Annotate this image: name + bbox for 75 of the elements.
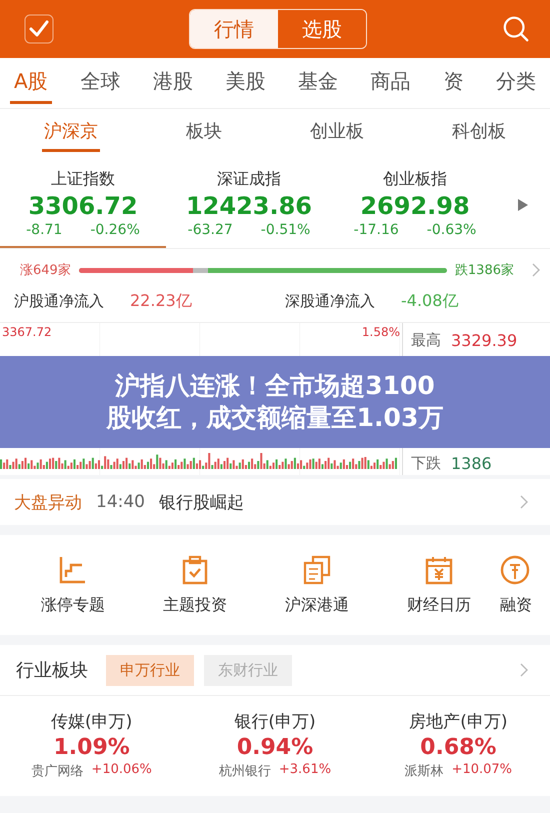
- index-card[interactable]: 创业板指 2692.98 -17.16 -0.63%: [332, 161, 498, 248]
- headline-text: 股收红，成交额缩量至1.03万: [106, 402, 444, 434]
- index-card[interactable]: 深证成指 12423.86 -63.27 -0.51%: [166, 161, 332, 248]
- chevron-right-icon[interactable]: [532, 263, 540, 277]
- chart-high-label: 3367.72: [2, 325, 52, 339]
- play-icon[interactable]: [518, 198, 528, 210]
- market-tab[interactable]: 分类: [492, 62, 540, 104]
- stat-value: 3329.39: [451, 331, 518, 350]
- market-tab[interactable]: A股: [10, 62, 52, 104]
- market-tab[interactable]: 资: [439, 62, 468, 104]
- index-change-percent: -0.26%: [90, 222, 140, 238]
- alert-tag: 大盘异动: [14, 490, 82, 514]
- stock-change: +3.61%: [278, 762, 332, 779]
- flow-value: -4.08亿: [401, 291, 458, 312]
- coin-icon[interactable]: [500, 554, 530, 584]
- market-tab[interactable]: 全球: [76, 62, 124, 104]
- shortcut-label[interactable]: 涨停专题: [41, 594, 105, 616]
- sub-tab[interactable]: 板块: [184, 112, 224, 152]
- flow-value: 22.23亿: [130, 291, 192, 312]
- alert-row[interactable]: 大盘异动 14:40 银行股崛起: [0, 479, 550, 525]
- index-name: 深证成指: [217, 169, 281, 190]
- sector-name: 房地产(申万): [409, 711, 508, 733]
- sub-tab[interactable]: 创业板: [308, 112, 366, 152]
- shortcut-label[interactable]: 财经日历: [407, 594, 471, 616]
- index-change: -17.16: [354, 222, 399, 238]
- falling-count: 跌1386家: [454, 262, 514, 279]
- index-value: 2692.98: [360, 192, 470, 220]
- rising-count: 涨649家: [20, 262, 71, 279]
- alert-text: 银行股崛起: [159, 492, 245, 514]
- header-tab[interactable]: 行情: [190, 10, 278, 48]
- documents-icon[interactable]: [302, 554, 332, 584]
- market-tab[interactable]: 港股: [148, 62, 197, 104]
- alert-time: 14:40: [96, 492, 145, 512]
- index-change-percent: -0.63%: [426, 222, 476, 238]
- calendar-icon[interactable]: [424, 554, 454, 584]
- index-change: -63.27: [188, 222, 233, 238]
- shortcut-label[interactable]: 沪深港通: [285, 594, 349, 616]
- leading-stock: 杭州银行: [218, 763, 271, 780]
- flow-label: 沪股通净流入: [14, 292, 104, 311]
- leading-stock: 派斯林: [404, 763, 444, 780]
- sub-tab[interactable]: 沪深京: [42, 112, 100, 152]
- checkbox-icon[interactable]: [24, 14, 54, 44]
- sector-change: 0.94%: [236, 735, 314, 760]
- section-title: 行业板块: [16, 659, 88, 682]
- leading-stock: 贵广网络: [31, 763, 84, 780]
- stat-value: 1386: [451, 454, 492, 473]
- chevron-right-icon[interactable]: [520, 663, 528, 677]
- index-value: 3306.72: [28, 192, 138, 220]
- index-change: -8.71: [26, 222, 62, 238]
- index-change-percent: -0.51%: [260, 222, 310, 238]
- stat-label: 最高: [411, 331, 441, 350]
- headline-text: 沪指八连涨！全市场超3100: [115, 370, 435, 402]
- clipboard-check-icon[interactable]: [180, 554, 210, 584]
- stock-change: +10.07%: [452, 762, 512, 779]
- market-tab[interactable]: 美股: [222, 62, 270, 104]
- sector-name: 传媒(申万): [51, 711, 132, 733]
- flow-label: 深股通净流入: [285, 292, 375, 311]
- flat-segment: [192, 268, 208, 272]
- index-name: 上证指数: [51, 169, 115, 190]
- shortcut-label[interactable]: 融资: [500, 594, 532, 616]
- index-name: 创业板指: [383, 169, 447, 190]
- sector-change: 1.09%: [54, 735, 130, 760]
- chart-percent-label: 1.58%: [362, 325, 400, 339]
- market-tab[interactable]: 基金: [294, 62, 342, 104]
- search-icon[interactable]: [502, 15, 530, 43]
- shortcut-label[interactable]: 主题投资: [163, 594, 227, 616]
- stock-change: +10.06%: [91, 762, 152, 779]
- sector-change: 0.68%: [420, 735, 496, 760]
- market-tab[interactable]: 商品: [366, 62, 415, 104]
- index-value: 12423.86: [186, 192, 312, 220]
- step-chart-icon[interactable]: [58, 554, 88, 584]
- sector-name: 银行(申万): [234, 711, 316, 733]
- sub-tab[interactable]: 科创板: [450, 112, 508, 152]
- stat-label: 下跌: [411, 454, 441, 473]
- chevron-right-icon[interactable]: [520, 495, 528, 509]
